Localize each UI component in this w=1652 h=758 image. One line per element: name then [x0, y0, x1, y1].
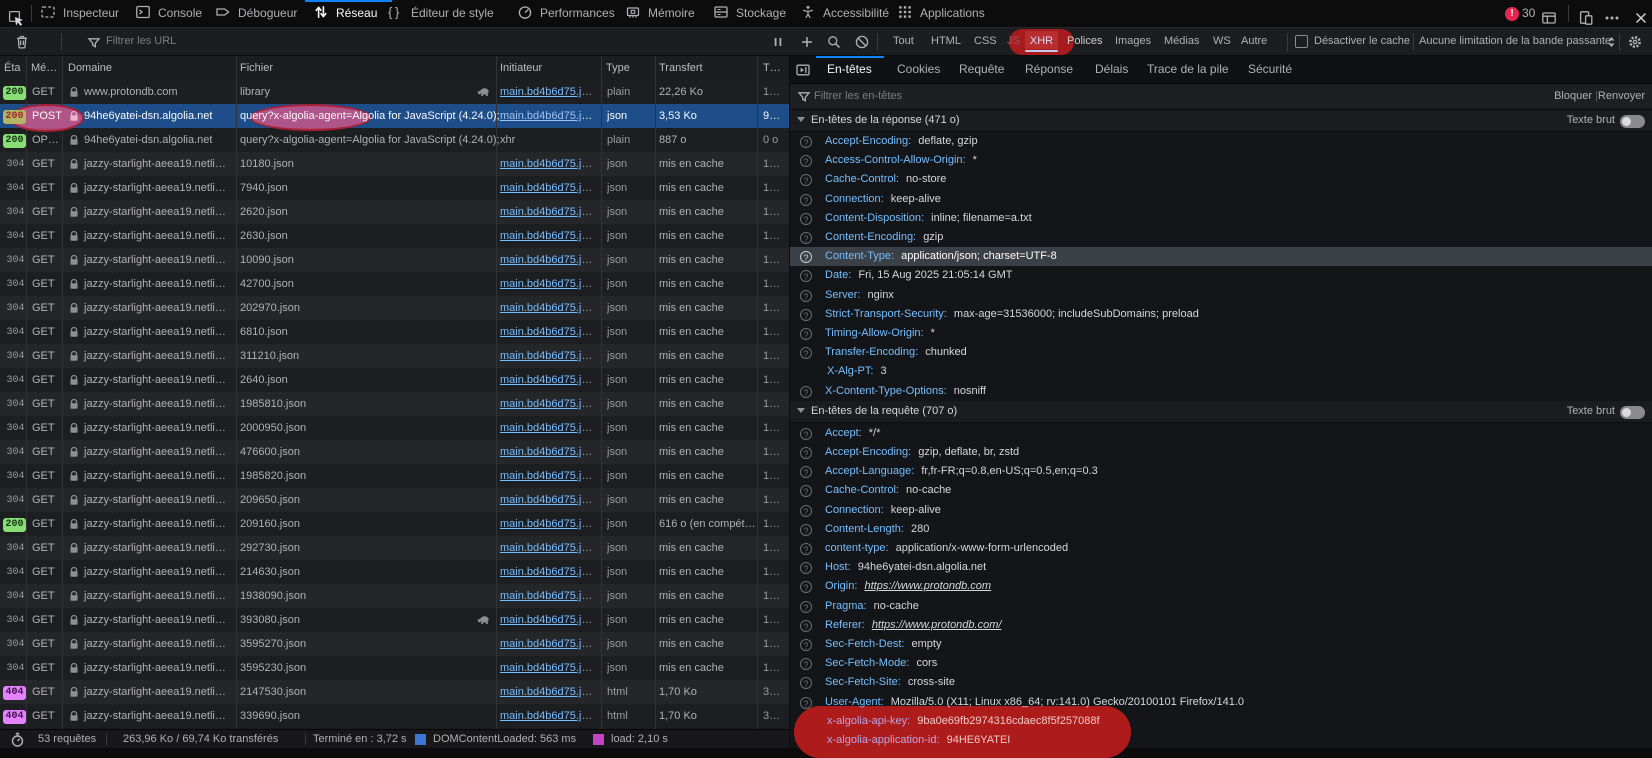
- svg-text:{ }: { }: [388, 5, 400, 20]
